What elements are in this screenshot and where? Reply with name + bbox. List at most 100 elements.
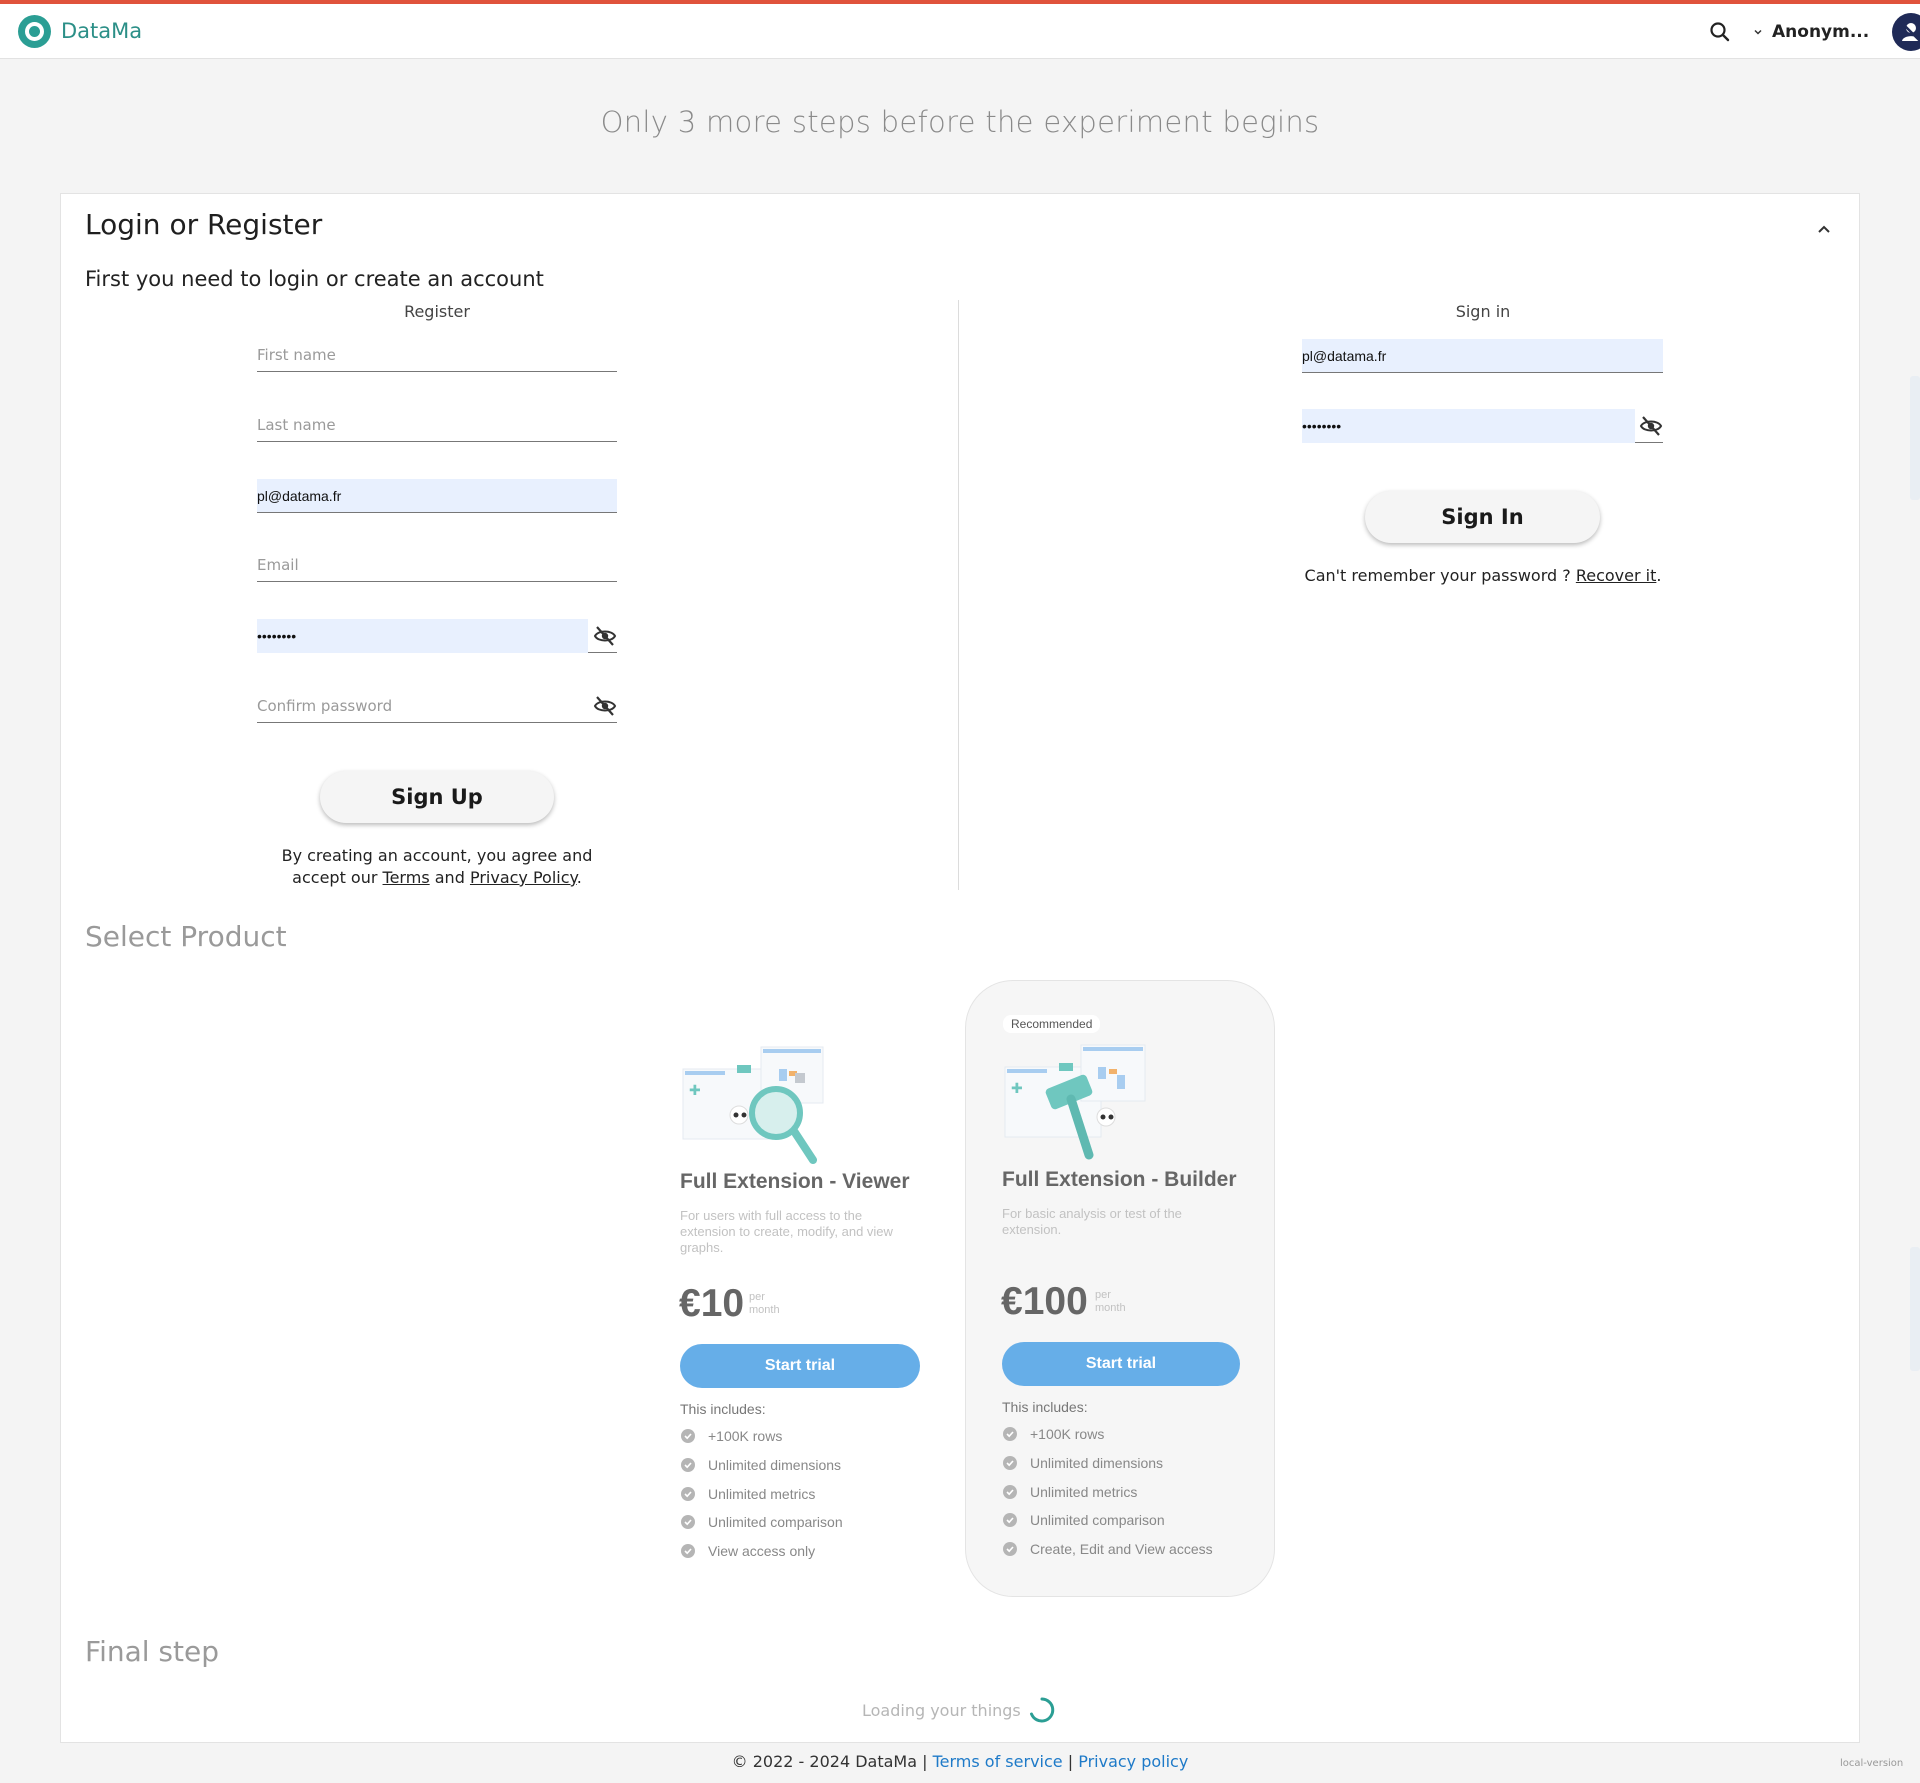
- check-circle-icon: [681, 1487, 695, 1501]
- svg-text:✚: ✚: [1011, 1081, 1023, 1097]
- product-card-viewer[interactable]: ✚ Full Extension - Viewer For users with…: [660, 1020, 940, 1580]
- top-navigation-bar: DataMa Anonym...: [0, 4, 1920, 59]
- terms-link[interactable]: Terms: [383, 868, 430, 887]
- confirm-password-field[interactable]: [257, 689, 617, 723]
- final-step-title: Final step: [85, 1635, 219, 1668]
- feature-item: +100K rows: [681, 1428, 782, 1444]
- month-label: month: [1095, 1302, 1126, 1314]
- signin-email-input[interactable]: [1302, 339, 1663, 372]
- feature-label: Unlimited comparison: [708, 1514, 843, 1530]
- confirm-password-input[interactable]: [257, 689, 577, 722]
- privacy-policy-link[interactable]: Privacy Policy: [470, 868, 577, 887]
- recover-prompt: Can't remember your password ?: [1304, 566, 1571, 585]
- feature-item: Unlimited comparison: [681, 1514, 843, 1530]
- eye-off-icon: [593, 626, 617, 646]
- search-button[interactable]: [1706, 18, 1734, 46]
- period: .: [576, 868, 582, 887]
- register-password-field[interactable]: [257, 619, 617, 653]
- hammer-illustration: ✚: [1004, 1044, 1146, 1160]
- sign-in-button[interactable]: Sign In: [1365, 491, 1600, 543]
- start-trial-button[interactable]: Start trial: [680, 1344, 920, 1388]
- per-label: per: [1095, 1289, 1111, 1301]
- register-title: Register: [404, 302, 470, 321]
- username-input[interactable]: [257, 479, 617, 512]
- toggle-confirm-password-visibility[interactable]: [593, 695, 617, 717]
- feature-item: +100K rows: [1003, 1426, 1104, 1442]
- product-price: €100: [1001, 1280, 1088, 1323]
- feature-item: Create, Edit and View access: [1003, 1541, 1213, 1557]
- signin-email-field[interactable]: [1302, 339, 1663, 373]
- select-product-title: Select Product: [85, 920, 287, 953]
- month-label: month: [749, 1304, 780, 1316]
- app-name: DataMa: [61, 19, 143, 43]
- last-name-input[interactable]: [257, 408, 617, 441]
- chevron-up-icon: [1818, 225, 1830, 233]
- collapse-button[interactable]: [1814, 220, 1834, 240]
- check-circle-icon: [1003, 1542, 1017, 1556]
- agreement-text: accept our: [292, 868, 378, 887]
- terms-of-service-link[interactable]: Terms of service: [933, 1752, 1063, 1771]
- last-name-field[interactable]: [257, 408, 617, 442]
- start-trial-button[interactable]: Start trial: [1002, 1342, 1240, 1386]
- email-input[interactable]: [257, 548, 617, 581]
- magnifier-illustration: ✚: [682, 1046, 824, 1164]
- product-price-period: per month: [1095, 1289, 1126, 1315]
- check-circle-icon: [681, 1429, 695, 1443]
- chevron-down-icon: [1754, 29, 1762, 35]
- privacy-policy-footer-link[interactable]: Privacy policy: [1078, 1752, 1188, 1771]
- app-logo[interactable]: DataMa: [18, 14, 142, 48]
- side-scroll-indicator: [1910, 376, 1920, 500]
- version-label: local-version: [1840, 1758, 1904, 1769]
- feature-item: Unlimited dimensions: [681, 1457, 841, 1473]
- signin-title: Sign in: [1455, 302, 1511, 321]
- loading-text: Loading your things: [862, 1700, 1021, 1720]
- loading-indicator: Loading your things: [862, 1695, 1057, 1725]
- login-section-title: Login or Register: [85, 208, 323, 241]
- toggle-password-visibility[interactable]: [593, 625, 617, 647]
- recover-link[interactable]: Recover it: [1576, 566, 1657, 585]
- feature-item: View access only: [681, 1543, 815, 1559]
- user-name: Anonym...: [1772, 22, 1870, 42]
- includes-label: This includes:: [1002, 1399, 1088, 1415]
- feature-item: Unlimited metrics: [1003, 1484, 1137, 1500]
- page-heading: Only 3 more steps before the experiment …: [600, 105, 1320, 139]
- email-field[interactable]: [257, 548, 617, 582]
- feature-item: Unlimited metrics: [681, 1486, 815, 1502]
- sign-up-button[interactable]: Sign Up: [320, 771, 554, 823]
- feature-label: +100K rows: [708, 1428, 783, 1444]
- first-name-field[interactable]: [257, 338, 617, 372]
- product-name: Full Extension - Viewer: [680, 1170, 910, 1193]
- signin-password-input[interactable]: [1302, 409, 1622, 442]
- per-label: per: [749, 1291, 765, 1303]
- column-divider: [958, 300, 959, 890]
- side-scroll-indicator: [1910, 1247, 1920, 1371]
- copyright-text: © 2022 - 2024 DataMa |: [731, 1752, 928, 1771]
- product-name: Full Extension - Builder: [1002, 1168, 1237, 1191]
- product-price-period: per month: [749, 1291, 780, 1317]
- product-price: €10: [679, 1282, 745, 1325]
- eye-off-icon: [593, 696, 617, 716]
- check-circle-icon: [681, 1515, 695, 1529]
- check-circle-icon: [1003, 1485, 1017, 1499]
- footer-separator: |: [1067, 1752, 1074, 1771]
- product-card-builder[interactable]: Recommended ✚ Full Extension - Builder F…: [965, 980, 1275, 1597]
- signin-password-field[interactable]: [1302, 409, 1663, 443]
- username-field[interactable]: [257, 479, 617, 513]
- toggle-signin-password-visibility[interactable]: [1639, 415, 1663, 437]
- feature-label: Unlimited dimensions: [708, 1457, 842, 1473]
- register-password-input[interactable]: [257, 619, 577, 652]
- feature-label: View access only: [708, 1543, 816, 1559]
- product-description: For users with full access to the extens…: [680, 1208, 893, 1255]
- user-menu[interactable]: Anonym...: [1752, 13, 1920, 51]
- recommended-badge: Recommended: [1003, 1015, 1101, 1033]
- first-name-input[interactable]: [257, 338, 617, 371]
- datama-logo-icon: [18, 14, 51, 48]
- register-agreement: By creating an account, you agree and ac…: [237, 845, 637, 889]
- product-description: For basic analysis or test of the extens…: [1002, 1206, 1182, 1237]
- svg-text:✚: ✚: [689, 1083, 701, 1099]
- period: .: [1656, 566, 1662, 585]
- user-avatar-icon: [1892, 13, 1920, 51]
- search-icon: [1710, 22, 1730, 42]
- feature-label: Unlimited dimensions: [1030, 1455, 1164, 1471]
- includes-label: This includes:: [680, 1401, 766, 1417]
